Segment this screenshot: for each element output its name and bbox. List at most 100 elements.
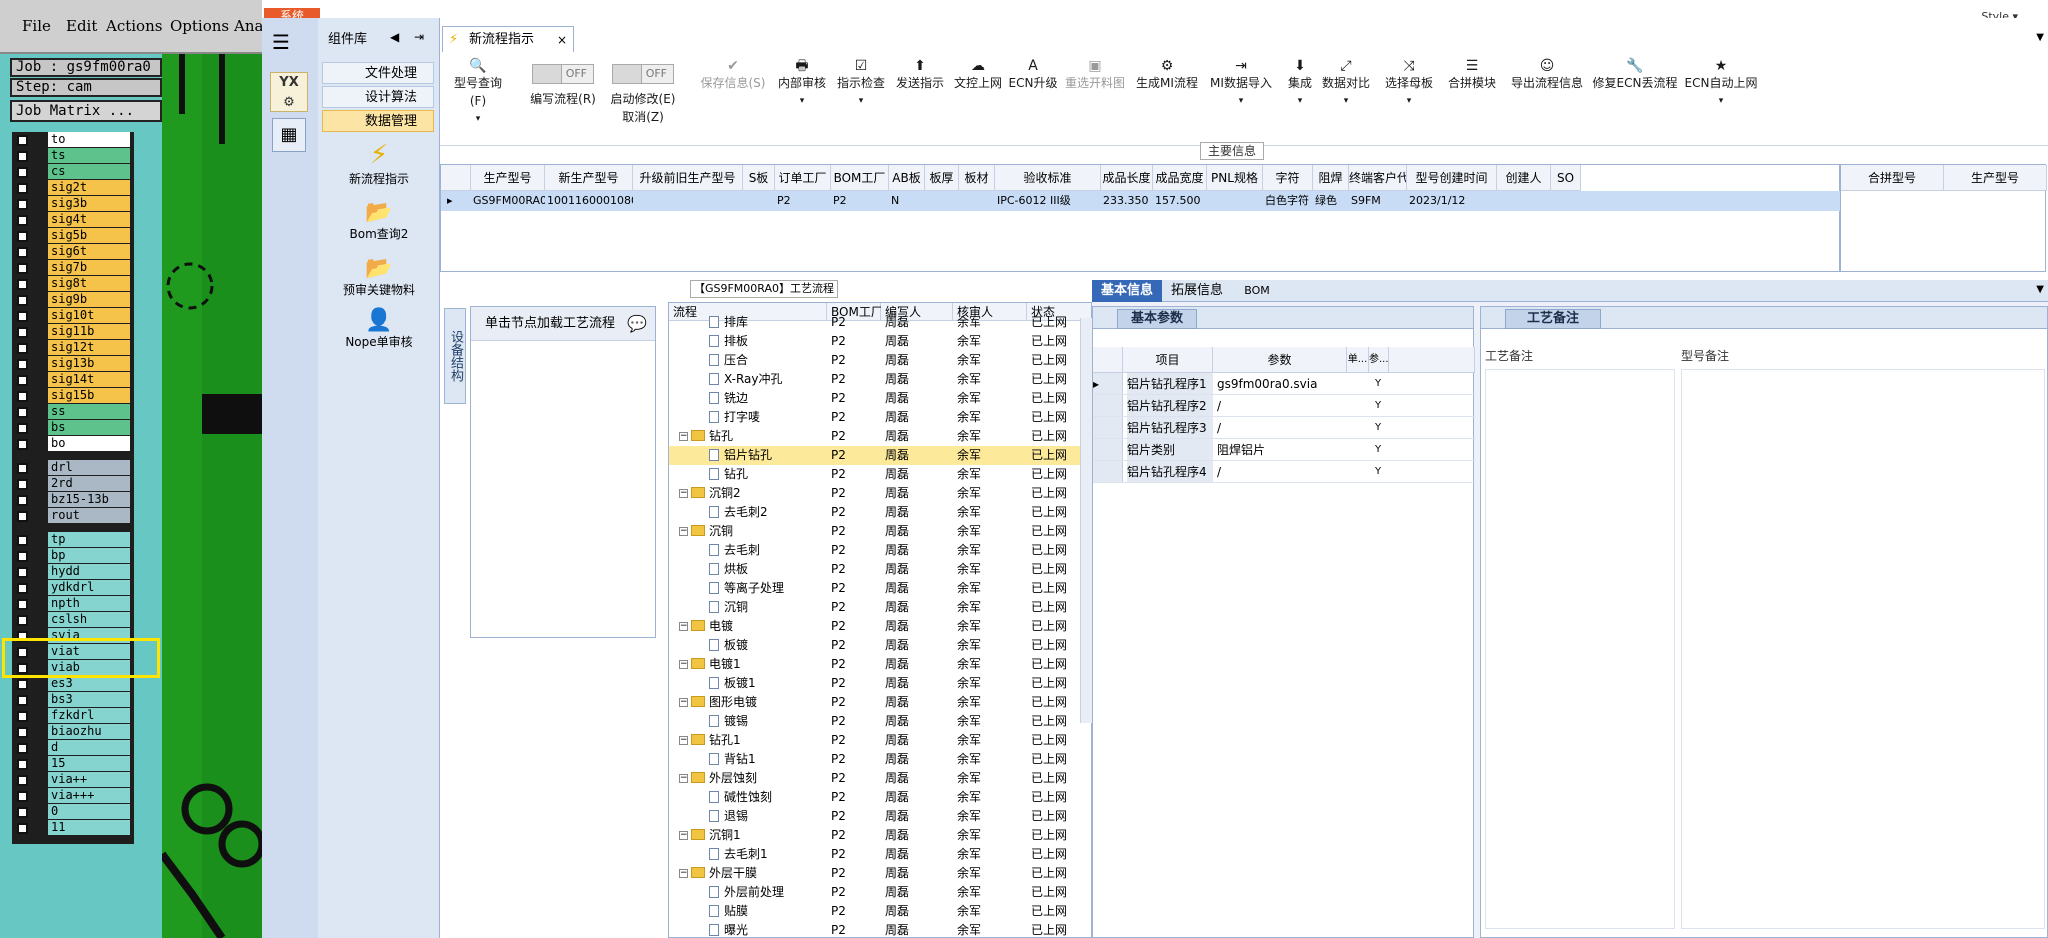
table-cell[interactable]: N [889, 191, 925, 211]
process-name-cell[interactable]: 外层干膜 [691, 864, 757, 883]
tree-row[interactable]: 等离子处理 P2 周磊 余军 已上网 [669, 579, 1091, 598]
process-name-cell[interactable]: 沉铜 [691, 522, 733, 541]
layer-row[interactable]: es3 [12, 676, 134, 692]
tree-row[interactable]: 镀锡 P2 周磊 余军 已上网 [669, 712, 1091, 731]
layer-row[interactable]: ts [12, 148, 134, 164]
calculator-icon[interactable]: ▦ [272, 118, 306, 152]
dropdown-arrow-icon[interactable]: ▾ [446, 110, 510, 128]
layer-row[interactable]: sig11b [12, 324, 134, 340]
layer-name[interactable]: npth [48, 596, 130, 611]
model-remark-field[interactable] [1681, 369, 2045, 929]
nope-review-shortcut[interactable]: 👤 Nope单审核 [318, 308, 440, 350]
column-header[interactable]: S板 [743, 165, 775, 191]
tree-row[interactable]: 去毛刺 P2 周磊 余军 已上网 [669, 541, 1091, 560]
layer-name[interactable]: sig8t [48, 276, 130, 291]
layer-name[interactable]: drl [48, 460, 130, 475]
process-name-cell[interactable]: 排板 [709, 332, 748, 351]
tree-row[interactable]: − 钻孔1 P2 周磊 余军 已上网 [669, 731, 1091, 750]
layer-row[interactable]: sig8t [12, 276, 134, 292]
process-name-cell[interactable]: 钻孔1 [691, 731, 741, 750]
layer-name[interactable]: sig14t [48, 372, 130, 387]
tab-dropdown-icon[interactable]: ▼ [2036, 284, 2044, 295]
new-process-shortcut[interactable]: ⚡ 新流程指示 [318, 140, 440, 187]
tree-row[interactable]: 沉铜 P2 周磊 余军 已上网 [669, 598, 1091, 617]
layer-checkbox[interactable] [17, 823, 28, 834]
process-name-cell[interactable]: 压合 [709, 351, 748, 370]
process-remark-field[interactable] [1485, 369, 1675, 929]
process-name-cell[interactable]: 等离子处理 [709, 579, 784, 598]
column-header[interactable]: 项目 [1123, 347, 1213, 373]
toolbar-button[interactable]: ▣ 重选开料图 [1060, 58, 1130, 92]
table-cell[interactable]: P2 [831, 191, 889, 211]
process-name-cell[interactable]: 去毛刺 [709, 541, 760, 560]
cam-graphics-canvas[interactable] [158, 54, 262, 938]
layer-checkbox[interactable] [17, 407, 28, 418]
toolbar-button[interactable]: OFF 启动修改(E) 取消(Z) [608, 58, 678, 126]
layer-row[interactable]: ydkdrl [12, 580, 134, 596]
tab-basic-info[interactable]: 基本信息 [1092, 280, 1162, 302]
layer-checkbox[interactable] [17, 247, 28, 258]
table-cell[interactable] [959, 191, 995, 211]
process-name-cell[interactable]: 电镀 [691, 617, 733, 636]
column-header[interactable]: 参数 [1213, 347, 1347, 373]
param-row[interactable]: 铝片钻孔程序4/ Y [1093, 461, 1475, 483]
table-cell[interactable] [1497, 191, 1551, 211]
column-header[interactable]: 成品长度 [1101, 165, 1153, 191]
process-tree-scrollbar[interactable] [1080, 318, 1092, 723]
tree-row[interactable]: 排库 P2 周磊 余军 已上网 [669, 313, 1091, 332]
collapse-icon[interactable]: − [679, 831, 688, 840]
layer-name[interactable]: sig5b [48, 228, 130, 243]
table-cell[interactable] [743, 191, 775, 211]
layer-name[interactable]: bp [48, 548, 130, 563]
tree-row[interactable]: 烘板 P2 周磊 余军 已上网 [669, 560, 1091, 579]
table-cell[interactable]: GS9FM00RA0 [471, 191, 545, 211]
layer-name[interactable]: 15 [48, 756, 130, 771]
param-value[interactable]: / [1217, 395, 1221, 416]
layer-name[interactable]: sig3b [48, 196, 130, 211]
layer-checkbox[interactable] [17, 695, 28, 706]
column-header[interactable]: 阻焊 [1313, 165, 1349, 191]
table-cell[interactable] [633, 191, 743, 211]
layer-row[interactable]: sig2t [12, 180, 134, 196]
collapse-left-icon[interactable]: ◀ [390, 30, 399, 44]
layer-row[interactable]: 0 [12, 804, 134, 820]
tree-row[interactable]: − 沉铜2 P2 周磊 余军 已上网 [669, 484, 1091, 503]
close-icon[interactable]: × [557, 27, 567, 53]
layer-row[interactable]: sig4t [12, 212, 134, 228]
layer-checkbox[interactable] [17, 511, 28, 522]
layer-row[interactable]: ss [12, 404, 134, 420]
layer-checkbox[interactable] [17, 615, 28, 626]
layer-row[interactable]: cslsh [12, 612, 134, 628]
layer-checkbox[interactable] [17, 775, 28, 786]
tree-row[interactable]: 压合 P2 周磊 余军 已上网 [669, 351, 1091, 370]
layer-row[interactable]: sig9b [12, 292, 134, 308]
layer-name[interactable]: sig13b [48, 356, 130, 371]
layer-row[interactable]: sig6t [12, 244, 134, 260]
layer-row[interactable]: bs [12, 420, 134, 436]
dropdown-arrow-icon[interactable]: ▾ [830, 92, 892, 110]
layer-checkbox[interactable] [17, 151, 28, 162]
process-name-cell[interactable]: 铝片钻孔 [709, 446, 772, 465]
table-cell[interactable]: 233.350 [1101, 191, 1153, 211]
layer-name[interactable]: sig4t [48, 212, 130, 227]
layer-name[interactable]: via+++ [48, 788, 130, 803]
column-header[interactable]: BOM工厂 [831, 165, 889, 191]
layer-row[interactable]: biaozhu [12, 724, 134, 740]
layer-row[interactable]: sig13b [12, 356, 134, 372]
sidebar-item-file[interactable]: 文件处理 [322, 62, 434, 84]
layer-name[interactable]: hydd [48, 564, 130, 579]
tree-row[interactable]: 铣边 P2 周磊 余军 已上网 [669, 389, 1091, 408]
process-name-cell[interactable]: 背钻1 [709, 750, 756, 769]
tree-row[interactable]: 铝片钻孔 P2 周磊 余军 已上网 [669, 446, 1091, 465]
layer-checkbox[interactable] [17, 231, 28, 242]
menu-actions[interactable]: Actions [106, 17, 162, 35]
tree-row[interactable]: 曝光 P2 周磊 余军 已上网 [669, 921, 1091, 937]
column-header[interactable]: 终端客户代码 [1349, 165, 1407, 191]
column-header[interactable]: AB板 [889, 165, 925, 191]
table-cell[interactable] [1207, 191, 1263, 211]
tab-bom[interactable]: BOM [1232, 280, 1282, 302]
tree-row[interactable]: 板镀1 P2 周磊 余军 已上网 [669, 674, 1091, 693]
layer-checkbox[interactable] [17, 743, 28, 754]
layer-checkbox[interactable] [17, 791, 28, 802]
tree-row[interactable]: − 图形电镀 P2 周磊 余军 已上网 [669, 693, 1091, 712]
